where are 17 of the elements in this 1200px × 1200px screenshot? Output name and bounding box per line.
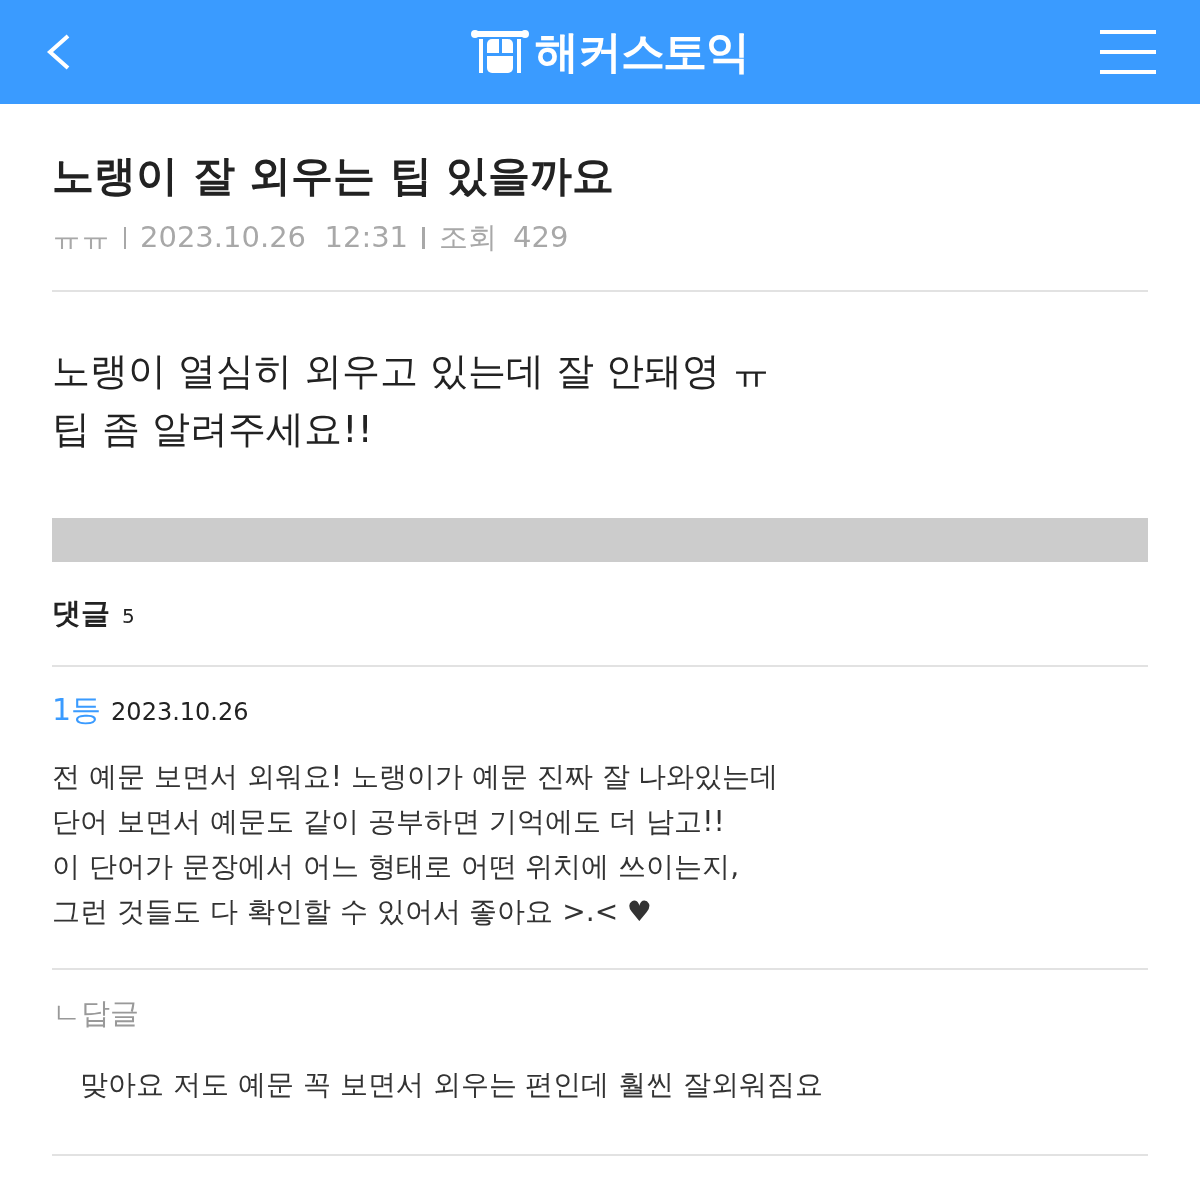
comment-date: 2023.10.26 <box>111 697 249 728</box>
menu-icon <box>1100 30 1156 74</box>
reply-text: 맞아요 저도 예문 꼭 보면서 외우는 편인데 훨씬 잘외워짐요 <box>80 1066 825 1103</box>
comments-label: 댓글 <box>52 594 110 632</box>
logo-icon <box>470 29 529 75</box>
author-name: ㅠㅠ <box>52 219 110 256</box>
post-body: 노랭이 열심히 외우고 있는데 잘 안돼영 ㅠ 팁 좀 알려주세요!! <box>52 347 772 453</box>
post-title: 노랭이 잘 외우는 팁 있을까요 <box>52 150 616 202</box>
menu-button[interactable] <box>1100 28 1156 76</box>
comment-rank: 1등 <box>52 691 102 729</box>
comments-count: 5 <box>122 602 135 630</box>
views-count: 429 <box>513 219 569 256</box>
logo-text: 해커스토익 <box>534 25 750 79</box>
reply-label: ㄴ답글 <box>52 995 140 1032</box>
views-label: 조회 <box>439 219 498 256</box>
post-datetime: 2023.10.26 12:31 <box>140 219 409 256</box>
comment-text: 전 예문 보면서 외워요! 노랭이가 예문 진짜 잘 나와있는데 단어 보면서 예문도 같이 공부하면 기억에도 더 남고!! 이 단어가 문장에서 어느 형태로 어떤 위치에 쓰이는지, 그런 것들도 다 확인할 수 있어서 좋아요 >.< ♥ <box>52 759 780 930</box>
